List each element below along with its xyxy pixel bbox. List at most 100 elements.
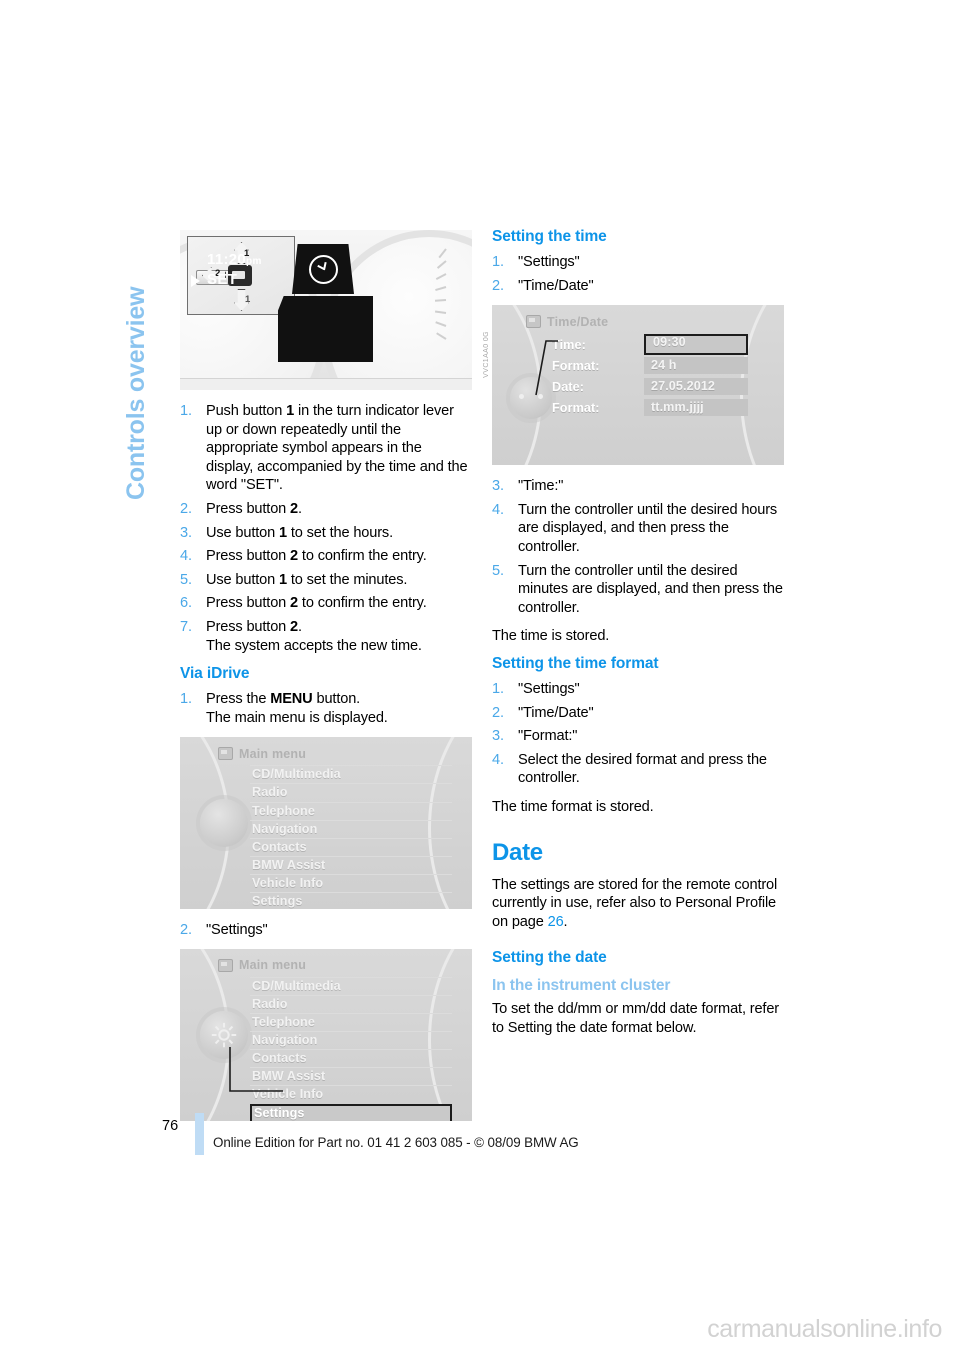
time-date-rows: Time: 09:30 Format: 24 h Date: 27.05.201… [552, 334, 748, 419]
idrive-controller-knob [200, 799, 248, 848]
step-bold: 1 [286, 403, 295, 419]
list-item: "Settings" [492, 253, 580, 271]
step-text-cont: button. [312, 691, 361, 708]
row-label: Format: [552, 358, 600, 373]
step-text: Press the [206, 691, 271, 708]
in-the-instrument-cluster-text: To set the dd/mm or mm/dd date format, r… [492, 1001, 780, 1036]
idrive-header-label: Time/Date [547, 314, 609, 329]
figure-code: VVC1AA0 0G [483, 331, 490, 378]
cluster-display-ampm: pm [246, 256, 262, 267]
idrive-screen-header: Main menu [218, 745, 444, 762]
step-text-cont: to set the hours. [286, 524, 393, 541]
setting-the-time-heading: Setting the time [492, 228, 607, 245]
row-value[interactable]: 09:30 [644, 334, 748, 356]
list-item: Turn the controller until the desired ho… [492, 501, 778, 555]
menu-item-contacts[interactable]: Contacts [250, 1049, 452, 1067]
idrive-menu-list: CD/Multimedia Radio Telephone Navigation… [250, 765, 452, 909]
list-item: "Time:" [492, 477, 564, 495]
menu-screen-icon [218, 747, 233, 761]
menu-item-cd-multimedia[interactable]: CD/Multimedia [250, 976, 452, 995]
list-item: Use button 1 to set the minutes. [180, 571, 472, 590]
idrive-screen-header: Main menu [218, 957, 444, 974]
cluster-clock-symbol-display [292, 244, 354, 294]
idrive-main-menu-figure: Main menu CD/Multimedia Radio Telephone … [180, 737, 472, 910]
gear-icon [211, 1022, 237, 1048]
list-item: Push button 1 in the turn indicator leve… [180, 402, 472, 495]
step-bold: 2 [290, 500, 299, 517]
list-item: Press the MENU button. The main menu is d… [180, 690, 472, 727]
footer-edition-text: Online Edition for Part no. 01 41 2 603 … [213, 1135, 579, 1150]
in-the-instrument-cluster-heading: In the instrument cluster [492, 977, 671, 995]
row-value[interactable]: tt.mm.jjjj [644, 399, 748, 417]
menu-item-bmw-assist[interactable]: BMW Assist [250, 1067, 452, 1085]
callout-number-1-down: 1 [245, 294, 251, 305]
page-reference[interactable]: 26 [548, 914, 564, 930]
menu-item-navigation[interactable]: Navigation [250, 1031, 452, 1049]
setting-time-steps-list: "Settings" "Time/Date" [492, 253, 784, 295]
list-item: "Settings" [492, 680, 580, 698]
idrive-main-menu-settings-figure: Main menu CD/Multimedia Radio Telephone … [180, 948, 472, 1121]
via-idrive-heading: Via iDrive [180, 665, 250, 683]
cluster-time-display [278, 296, 373, 362]
menu-item-radio[interactable]: Radio [250, 995, 452, 1013]
list-item: "Format:" [492, 727, 578, 745]
callout-leader-line [535, 340, 558, 396]
manual-page: Controls overview 1 1 2 11:20pm SET VVC1… [0, 0, 960, 1358]
clock-settings-icon [526, 315, 541, 329]
left-column: 1 1 2 11:20pm SET VVC1AA0 0G Push button… [180, 228, 490, 1133]
step-bold: 2 [290, 595, 299, 612]
step-text: Press button [206, 548, 291, 565]
chapter-tab: Controls overview [0, 0, 150, 500]
menu-item-vehicle-info[interactable]: Vehicle Info [250, 1085, 452, 1103]
menu-item-vehicle-info[interactable]: Vehicle Info [250, 873, 452, 892]
clock-icon [308, 254, 338, 284]
row-value[interactable]: 24 h [644, 357, 748, 375]
date-intro-part-1: The settings are stored for the remote c… [492, 876, 778, 930]
step-second-line: The main menu is displayed. [206, 709, 388, 726]
time-date-row-date[interactable]: Date: 27.05.2012 [552, 377, 748, 396]
step-text: Press button [206, 595, 291, 612]
settings-step-line: 2. "Settings" [180, 921, 472, 940]
turn-indicator-lever-inset: 1 1 2 [187, 236, 295, 315]
menu-item-cd-multimedia[interactable]: CD/Multimedia [250, 765, 452, 783]
setting-the-date-heading: Setting the date [492, 949, 607, 967]
step-text: Use button [206, 524, 279, 541]
menu-item-telephone[interactable]: Telephone [250, 1013, 452, 1031]
menu-item-radio[interactable]: Radio [250, 783, 452, 801]
setting-time-steps-list-2: "Time:" Turn the controller until the de… [492, 477, 784, 617]
menu-item-bmw-assist[interactable]: BMW Assist [250, 855, 452, 874]
menu-item-telephone[interactable]: Telephone [250, 801, 452, 820]
caret-right-icon [191, 275, 200, 287]
row-label: Time: [552, 337, 586, 352]
chapter-tab-label: Controls overview [122, 286, 150, 500]
row-value[interactable]: 27.05.2012 [644, 378, 748, 396]
time-date-row-time-format[interactable]: Format: 24 h [552, 356, 748, 375]
time-stored-note: The time is stored. [492, 628, 610, 645]
settings-step-text: "Settings" [206, 922, 268, 939]
step-bold: 2 [290, 618, 299, 635]
list-item: "Time/Date" [492, 704, 594, 722]
time-date-row-date-format[interactable]: Format: tt.mm.jjjj [552, 398, 748, 417]
cluster-display-set-label: SET [207, 271, 238, 288]
instrument-cluster-figure: 1 1 2 11:20pm SET VVC1AA0 0G [180, 230, 490, 390]
list-item: Press button 2 to confirm the entry. [180, 594, 472, 613]
list-item: Press button 2. [180, 500, 472, 519]
idrive-time-date-figure: Time/Date Time: 09:30 Format: 24 h Date:… [492, 305, 784, 466]
cluster-display-time-value: 11:20 [207, 251, 247, 268]
time-date-row-time[interactable]: Time: 09:30 [552, 334, 748, 356]
menu-screen-icon [218, 958, 233, 972]
step-bold: 2 [290, 548, 299, 565]
menu-item-navigation[interactable]: Navigation [250, 819, 452, 838]
idrive-header-label: Main menu [239, 958, 307, 973]
row-label: Date: [552, 379, 584, 394]
dial-ticks [382, 244, 447, 354]
list-item: Turn the controller until the desired mi… [492, 562, 783, 616]
menu-item-settings[interactable]: Settings [250, 891, 452, 909]
step-bold: MENU [270, 691, 313, 708]
step-text-cont: . [298, 500, 302, 517]
step-second-line: The system accepts the new time. [206, 637, 422, 654]
step-text-cont: . [298, 618, 302, 635]
menu-item-contacts[interactable]: Contacts [250, 837, 452, 856]
cluster-display-time: 11:20pm [207, 251, 262, 268]
time-format-steps-list: "Settings" "Time/Date" "Format:" Select … [492, 680, 784, 788]
